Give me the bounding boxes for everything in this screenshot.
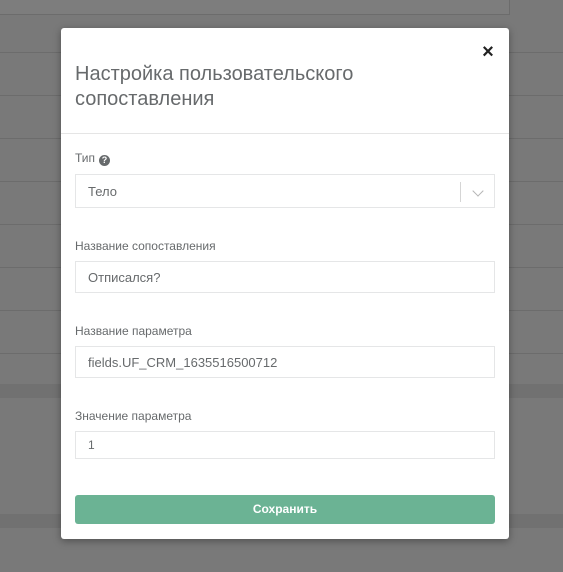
param-value-input[interactable]: 1 <box>75 431 495 459</box>
param-value-value: 1 <box>88 438 95 452</box>
param-name-value: fields.UF_CRM_1635516500712 <box>88 354 278 370</box>
select-divider <box>460 182 461 202</box>
param-name-input[interactable]: fields.UF_CRM_1635516500712 <box>75 346 495 378</box>
mapping-name-label: Название сопоставления <box>75 239 216 253</box>
param-value-label: Значение параметра <box>75 409 192 423</box>
modal-header: Настройка пользовательского сопоставлени… <box>61 28 509 134</box>
modal-title: Настройка пользовательского сопоставлени… <box>75 63 354 110</box>
save-button[interactable]: Сохранить <box>75 495 495 524</box>
param-name-label: Название параметра <box>75 324 192 338</box>
type-select-value: Тело <box>88 183 117 199</box>
mapping-name-input[interactable]: Отписался? <box>75 261 495 293</box>
mapping-name-value: Отписался? <box>88 269 161 285</box>
type-select[interactable]: Тело <box>75 174 495 208</box>
type-label: Тип? <box>75 151 111 166</box>
close-icon[interactable]: × <box>480 42 496 62</box>
question-circle-icon[interactable]: ? <box>99 155 111 166</box>
custom-mapping-dialog: Настройка пользовательского сопоставлени… <box>61 28 509 539</box>
chevron-down-icon[interactable] <box>472 185 484 197</box>
type-label-text: Тип <box>75 151 96 165</box>
